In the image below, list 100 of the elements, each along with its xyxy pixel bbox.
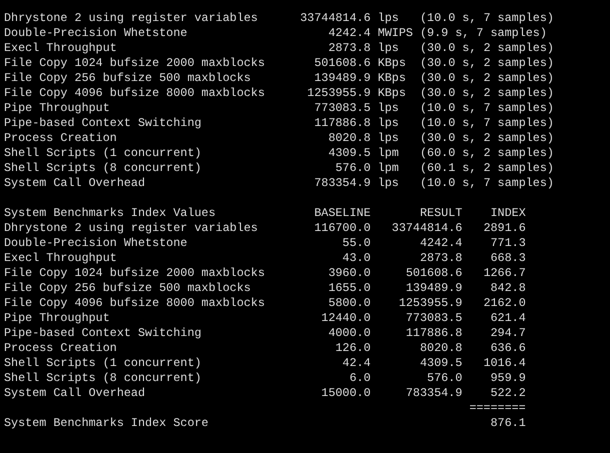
test-name: Double-Precision Whetstone bbox=[4, 236, 188, 251]
index-value: 1016.4 bbox=[482, 356, 526, 371]
baseline-value: 12440.0 bbox=[320, 311, 371, 326]
index-value: 2162.0 bbox=[482, 296, 526, 311]
index-value: 842.8 bbox=[489, 281, 526, 296]
index-value: 522.2 bbox=[489, 386, 526, 401]
column-header: BASELINE bbox=[313, 206, 371, 221]
score-unit: lps bbox=[378, 101, 400, 116]
test-score: 8020.8 bbox=[327, 131, 371, 146]
test-name: Shell Scripts (1 concurrent) bbox=[4, 356, 202, 371]
index-value: 959.9 bbox=[489, 371, 526, 386]
test-name: Pipe-based Context Switching bbox=[4, 326, 202, 341]
result-value: 783354.9 bbox=[404, 386, 462, 401]
test-name: Execl Throughput bbox=[4, 251, 118, 266]
baseline-value: 126.0 bbox=[334, 341, 371, 356]
baseline-value: 3960.0 bbox=[327, 266, 371, 281]
test-name: Execl Throughput bbox=[4, 41, 118, 56]
test-timing: (10.0 s, 7 samples) bbox=[420, 116, 555, 131]
result-value: 4309.5 bbox=[418, 356, 462, 371]
result-value: 773083.5 bbox=[404, 311, 462, 326]
test-timing: (60.1 s, 2 samples) bbox=[420, 161, 555, 176]
test-name: Dhrystone 2 using register variables bbox=[4, 221, 259, 236]
test-name: Double-Precision Whetstone bbox=[4, 26, 188, 41]
test-name: Pipe Throughput bbox=[4, 101, 111, 116]
test-name: File Copy 1024 bufsize 2000 maxblocks bbox=[4, 266, 266, 281]
result-value: 8020.8 bbox=[418, 341, 462, 356]
test-name: File Copy 4096 bufsize 8000 maxblocks bbox=[4, 296, 266, 311]
result-value: 2873.8 bbox=[418, 251, 462, 266]
test-name: File Copy 256 bufsize 500 maxblocks bbox=[4, 281, 252, 296]
test-name: Shell Scripts (8 concurrent) bbox=[4, 371, 202, 386]
test-timing: (30.0 s, 2 samples) bbox=[420, 86, 555, 101]
baseline-value: 42.4 bbox=[341, 356, 371, 371]
test-score: 2873.8 bbox=[327, 41, 371, 56]
baseline-value: 55.0 bbox=[341, 236, 371, 251]
baseline-value: 5800.0 bbox=[327, 296, 371, 311]
test-name: Pipe Throughput bbox=[4, 311, 111, 326]
test-name: Dhrystone 2 using register variables bbox=[4, 11, 259, 26]
score-unit: KBps bbox=[378, 56, 407, 71]
table-title: System Benchmarks Index Values bbox=[4, 206, 217, 221]
baseline-value: 1655.0 bbox=[327, 281, 371, 296]
index-value: 636.6 bbox=[489, 341, 526, 356]
index-value: 1266.7 bbox=[482, 266, 526, 281]
test-timing: (30.0 s, 2 samples) bbox=[420, 41, 555, 56]
test-name: File Copy 4096 bufsize 8000 maxblocks bbox=[4, 86, 266, 101]
baseline-value: 6.0 bbox=[348, 371, 371, 386]
test-timing: (30.0 s, 2 samples) bbox=[420, 131, 555, 146]
result-value: 139489.9 bbox=[404, 281, 462, 296]
test-timing: (30.0 s, 2 samples) bbox=[420, 71, 555, 86]
test-score: 501608.6 bbox=[313, 56, 371, 71]
test-score: 139489.9 bbox=[313, 71, 371, 86]
score-unit: lpm bbox=[378, 161, 400, 176]
column-header: INDEX bbox=[489, 206, 526, 221]
test-timing: (10.0 s, 7 samples) bbox=[420, 101, 555, 116]
result-value: 1253955.9 bbox=[398, 296, 462, 311]
score-unit: lps bbox=[378, 131, 400, 146]
test-name: Pipe-based Context Switching bbox=[4, 116, 202, 131]
test-score: 4242.4 bbox=[327, 26, 371, 41]
index-value: 668.3 bbox=[489, 251, 526, 266]
score-unit: lps bbox=[378, 11, 400, 26]
test-name: Shell Scripts (8 concurrent) bbox=[4, 161, 202, 176]
score-label: System Benchmarks Index Score bbox=[4, 416, 210, 431]
column-header: RESULT bbox=[418, 206, 462, 221]
separator-line: ======== bbox=[468, 401, 526, 416]
result-value: 117886.8 bbox=[404, 326, 462, 341]
test-score: 783354.9 bbox=[313, 176, 371, 191]
test-timing: (30.0 s, 2 samples) bbox=[420, 56, 555, 71]
result-value: 576.0 bbox=[426, 371, 462, 386]
index-value: 294.7 bbox=[489, 326, 526, 341]
result-value: 501608.6 bbox=[404, 266, 462, 281]
test-timing: (10.0 s, 7 samples) bbox=[420, 176, 555, 191]
test-score: 117886.8 bbox=[313, 116, 371, 131]
test-name: File Copy 1024 bufsize 2000 maxblocks bbox=[4, 56, 266, 71]
test-score: 773083.5 bbox=[313, 101, 371, 116]
score-unit: lps bbox=[378, 41, 400, 56]
baseline-value: 15000.0 bbox=[320, 386, 371, 401]
test-score: 4309.5 bbox=[327, 146, 371, 161]
test-timing: (60.0 s, 2 samples) bbox=[420, 146, 555, 161]
score-unit: lpm bbox=[378, 146, 400, 161]
score-unit: MWIPS bbox=[378, 26, 413, 41]
test-name: Process Creation bbox=[4, 341, 118, 356]
index-value: 2891.6 bbox=[482, 221, 526, 236]
test-name: Process Creation bbox=[4, 131, 118, 146]
test-timing: (10.0 s, 7 samples) bbox=[420, 11, 555, 26]
test-score: 33744814.6 bbox=[299, 11, 371, 26]
test-name: System Call Overhead bbox=[4, 176, 146, 191]
test-name: Shell Scripts (1 concurrent) bbox=[4, 146, 202, 161]
index-score: 876.1 bbox=[489, 416, 526, 431]
result-value: 33744814.6 bbox=[390, 221, 462, 236]
score-unit: lps bbox=[378, 116, 400, 131]
test-name: File Copy 256 bufsize 500 maxblocks bbox=[4, 71, 252, 86]
test-timing: (9.9 s, 7 samples) bbox=[420, 26, 548, 41]
score-unit: KBps bbox=[378, 71, 407, 86]
baseline-value: 116700.0 bbox=[313, 221, 371, 236]
test-name: System Call Overhead bbox=[4, 386, 146, 401]
result-value: 4242.4 bbox=[418, 236, 462, 251]
score-unit: KBps bbox=[378, 86, 407, 101]
baseline-value: 4000.0 bbox=[327, 326, 371, 341]
test-score: 1253955.9 bbox=[306, 86, 371, 101]
score-unit: lps bbox=[378, 176, 400, 191]
baseline-value: 43.0 bbox=[341, 251, 371, 266]
